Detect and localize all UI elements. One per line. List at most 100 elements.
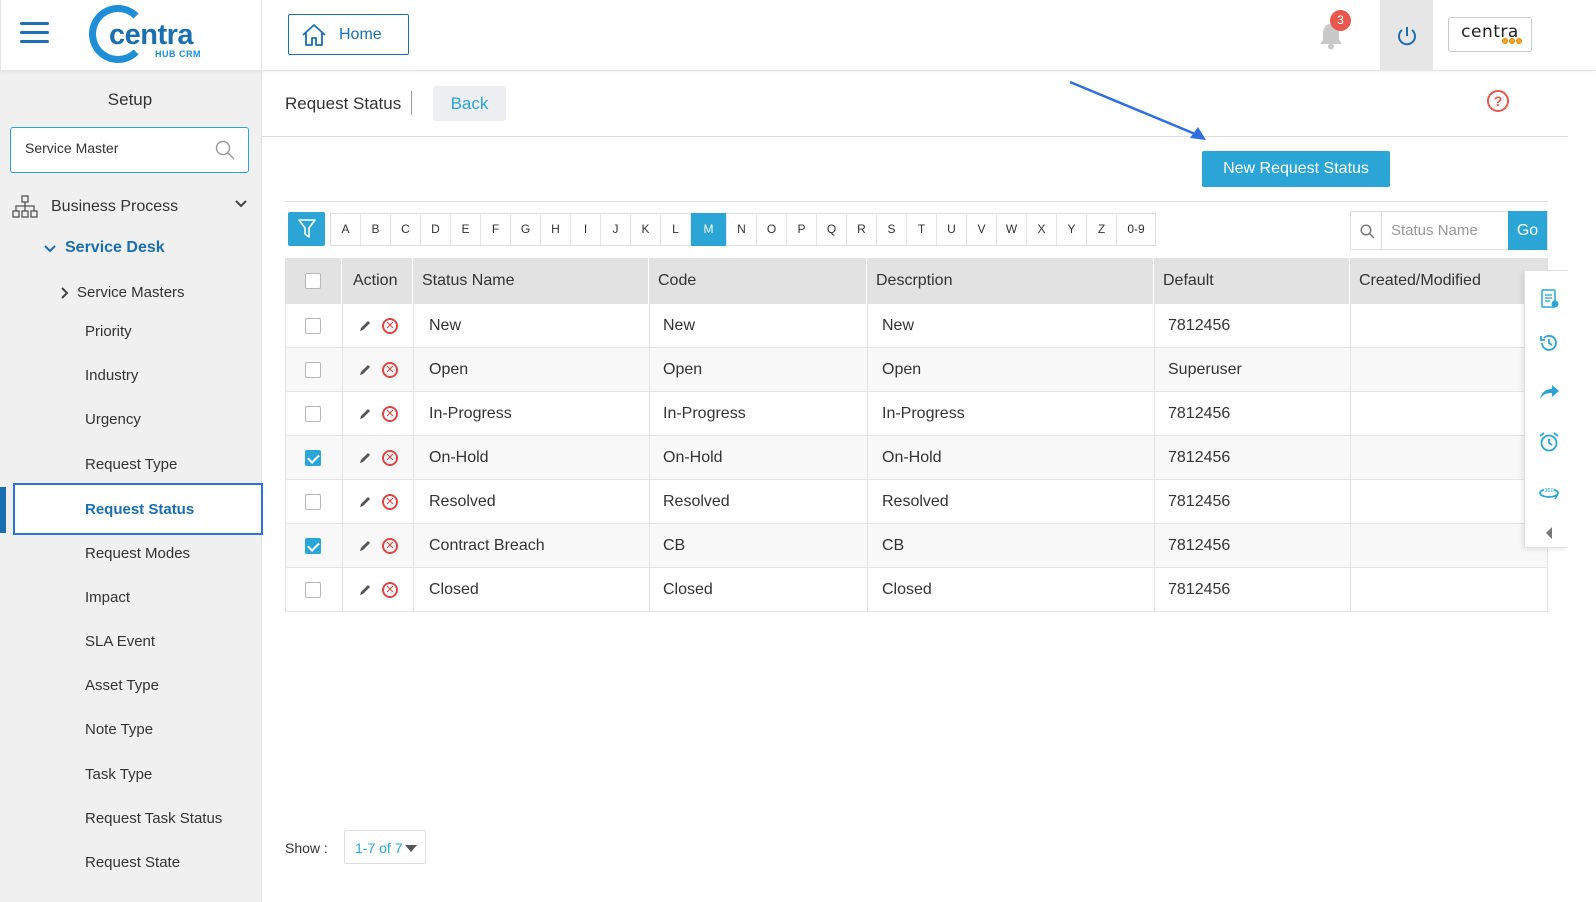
alpha-filter-n[interactable]: N [727,214,757,245]
alpha-filter-f[interactable]: F [481,214,511,245]
app-logo[interactable]: centra HUB CRM [89,5,219,65]
alpha-filter-o[interactable]: O [757,214,787,245]
help-icon[interactable]: ? [1487,90,1509,112]
select-all-checkbox[interactable] [305,273,321,289]
sidebar-item-business-process[interactable]: Business Process [10,193,250,221]
edit-icon[interactable] [359,363,372,376]
brand-dots [1502,38,1522,44]
row-checkbox[interactable] [305,537,321,554]
alpha-filter-x[interactable]: X [1027,214,1057,245]
description-cell: CB [867,524,1154,567]
hamburger-icon[interactable] [20,22,49,44]
page-size-select[interactable]: 1-7 of 7 [344,830,426,864]
edit-icon[interactable] [359,583,372,596]
new-request-status-button[interactable]: New Request Status [1202,151,1390,187]
alpha-filter-i[interactable]: I [571,214,601,245]
delete-icon[interactable]: ✕ [382,537,398,554]
alpha-filter-p[interactable]: P [787,214,817,245]
alpha-filter-t[interactable]: T [907,214,937,245]
sidebar-item-note-type[interactable]: Note Type [85,721,153,738]
edit-icon[interactable] [359,407,372,420]
sidebar-item-asset-type[interactable]: Asset Type [85,677,159,694]
delete-icon[interactable]: ✕ [382,449,398,466]
column-header-default[interactable]: Default [1153,258,1349,304]
table-row[interactable]: ✕ Resolved Resolved Resolved 7812456 [285,480,1548,524]
column-header-code[interactable]: Code [648,258,866,304]
alpha-filter-a[interactable]: A [331,214,361,245]
sidebar-item-request-type[interactable]: Request Type [85,456,177,473]
alpha-filter-u[interactable]: U [937,214,967,245]
alpha-filter-l[interactable]: L [661,214,691,245]
column-header-created-modified[interactable]: Created/Modified [1349,258,1548,304]
back-button[interactable]: Back [433,86,506,121]
alpha-filter-s[interactable]: S [877,214,907,245]
go-button[interactable]: Go [1508,211,1547,250]
alpha-filter-e[interactable]: E [451,214,481,245]
delete-icon[interactable]: ✕ [382,493,398,510]
status-name-input[interactable] [1391,222,1501,239]
alpha-filter-y[interactable]: Y [1057,214,1087,245]
delete-icon[interactable]: ✕ [382,361,398,378]
alpha-filter-c[interactable]: C [391,214,421,245]
alpha-filter-b[interactable]: B [361,214,391,245]
sidebar-item-sla-event[interactable]: SLA Event [85,633,155,650]
alpha-filter-d[interactable]: D [421,214,451,245]
power-button[interactable] [1380,0,1433,71]
delete-icon[interactable]: ✕ [382,405,398,422]
alpha-filter-0-9[interactable]: 0-9 [1117,214,1155,245]
edit-icon[interactable] [359,495,372,508]
view-360-icon[interactable]: 360 [1538,481,1560,503]
column-header-status-name[interactable]: Status Name [412,258,648,304]
table-row[interactable]: ✕ Contract Breach CB CB 7812456 [285,524,1548,568]
sidebar-item-request-task-status[interactable]: Request Task Status [85,810,222,827]
sidebar-item-impact[interactable]: Impact [85,589,130,606]
row-checkbox[interactable] [305,449,321,466]
row-checkbox[interactable] [305,405,321,422]
alpha-filter-w[interactable]: W [997,214,1027,245]
sidebar-item-request-status[interactable]: Request Status [85,501,194,518]
alpha-filter-j[interactable]: J [601,214,631,245]
row-checkbox[interactable] [305,493,321,510]
sidebar-item-request-modes[interactable]: Request Modes [85,545,190,562]
delete-icon[interactable]: ✕ [382,581,398,598]
alarm-icon[interactable] [1538,431,1560,453]
row-checkbox[interactable] [305,581,321,598]
edit-icon[interactable] [359,451,372,464]
alpha-filter-v[interactable]: V [967,214,997,245]
share-icon[interactable] [1538,381,1560,403]
sidebar-search-input[interactable] [25,140,205,156]
row-checkbox[interactable] [305,317,321,334]
history-icon[interactable] [1538,332,1560,354]
table-row[interactable]: ✕ Closed Closed Closed 7812456 [285,568,1548,612]
home-label: Home [339,25,382,43]
edit-icon[interactable] [359,539,372,552]
alpha-filter-g[interactable]: G [511,214,541,245]
table-row[interactable]: ✕ On-Hold On-Hold On-Hold 7812456 [285,436,1548,480]
search-icon[interactable] [215,140,235,160]
sidebar-item-industry[interactable]: Industry [85,367,138,384]
alpha-filter-z[interactable]: Z [1087,214,1117,245]
delete-icon[interactable]: ✕ [382,317,398,334]
home-button[interactable]: Home [288,14,409,55]
action-cell: ✕ [342,348,413,391]
clipboard-icon[interactable] [1538,287,1560,309]
filter-button[interactable] [288,212,325,246]
alpha-filter-h[interactable]: H [541,214,571,245]
collapse-left-icon[interactable] [1538,522,1560,544]
status-name-cell: New [413,304,649,347]
alpha-filter-r[interactable]: R [847,214,877,245]
sidebar-item-urgency[interactable]: Urgency [85,411,141,428]
alpha-filter-k[interactable]: K [631,214,661,245]
column-header-descrption[interactable]: Descrption [866,258,1153,304]
sidebar-item-request-state[interactable]: Request State [85,854,180,871]
row-checkbox[interactable] [305,361,321,378]
table-row[interactable]: ✕ Open Open Open Superuser [285,348,1548,392]
alpha-filter-m[interactable]: M [691,213,727,246]
alpha-filter-q[interactable]: Q [817,214,847,245]
sidebar-item-priority[interactable]: Priority [85,323,132,340]
edit-icon[interactable] [359,319,372,332]
table-row[interactable]: ✕ New New New 7812456 [285,304,1548,348]
table-row[interactable]: ✕ In-Progress In-Progress In-Progress 781245… [285,392,1548,436]
column-header-action[interactable]: Action [341,258,412,304]
sidebar-item-task-type[interactable]: Task Type [85,766,152,783]
